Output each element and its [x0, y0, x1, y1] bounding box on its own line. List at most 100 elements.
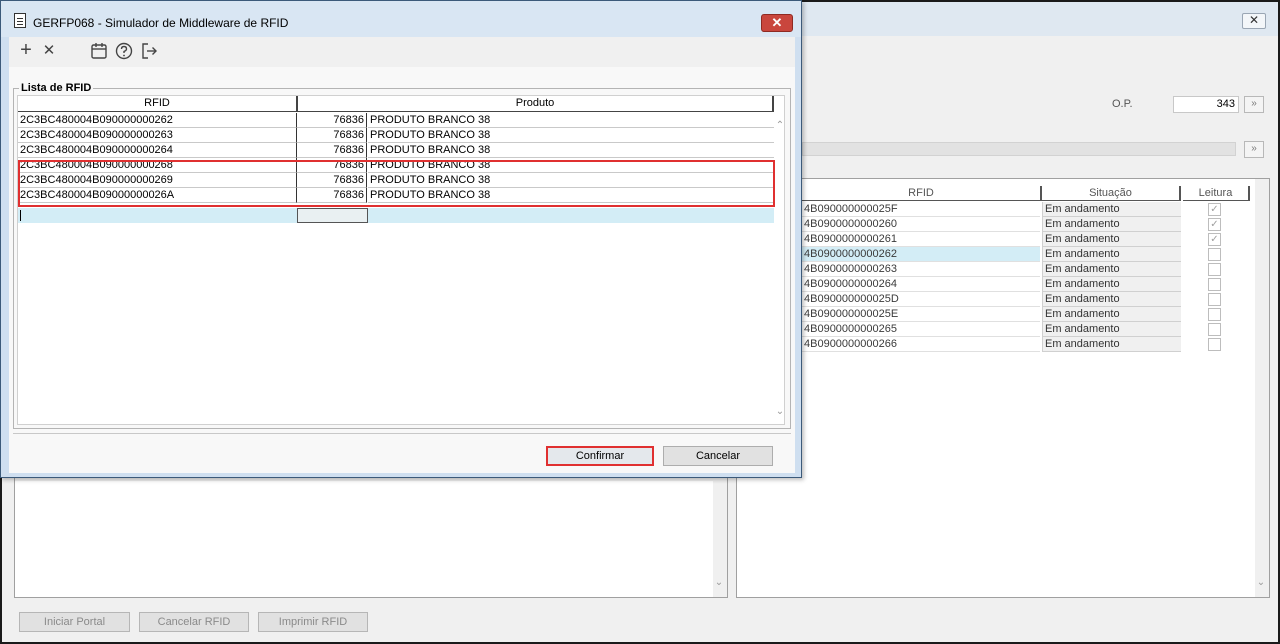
rt-cell-rfid[interactable]: 4B090000000025F	[802, 202, 1040, 217]
product-field[interactable]	[802, 142, 1236, 156]
leitura-checkbox[interactable]	[1208, 278, 1221, 291]
grid-row[interactable]: 2C3BC480004B090000000263 76836 PRODUTO BRA…	[18, 128, 774, 143]
dialog-close-button[interactable]: ✕	[761, 14, 793, 32]
delete-icon[interactable]: ✕	[39, 41, 59, 61]
document-icon	[14, 13, 26, 28]
grid-cell-code[interactable]: 76836	[297, 128, 367, 143]
dialog-titlebar: GERFP068 - Simulador de Middleware de RF…	[1, 1, 801, 37]
rt-row[interactable]: 4B0900000000263 Em andamento	[802, 262, 1252, 277]
rt-row[interactable]: 4B0900000000262 Em andamento	[802, 247, 1252, 262]
grid-cell-produto[interactable]: PRODUTO BRANCO 38	[368, 113, 774, 128]
text-cursor	[20, 210, 21, 221]
cancelar-rfid-button[interactable]: Cancelar RFID	[139, 612, 249, 632]
rt-cell-situacao: Em andamento	[1042, 337, 1181, 352]
grid-cell-rfid[interactable]: 2C3BC480004B090000000268	[18, 158, 297, 173]
rt-cell-rfid[interactable]: 4B0900000000261	[802, 232, 1040, 247]
rt-cell-rfid[interactable]: 4B0900000000265	[802, 322, 1040, 337]
op-label: O.P.	[1112, 98, 1133, 110]
left-list-area	[15, 481, 713, 597]
rfid-simulator-dialog: GERFP068 - Simulador de Middleware de RF…	[0, 0, 802, 478]
rt-cell-rfid[interactable]: 4B0900000000262	[802, 247, 1040, 262]
left-list-panel: ⌄	[14, 472, 728, 598]
rt-cell-situacao: Em andamento	[1042, 322, 1181, 337]
leitura-checkbox[interactable]: ✓	[1208, 203, 1221, 216]
grid-row[interactable]: 2C3BC480004B090000000264 76836 PRODUTO BRA…	[18, 143, 774, 158]
rt-cell-situacao: Em andamento	[1042, 292, 1181, 307]
imprimir-rfid-button[interactable]: Imprimir RFID	[258, 612, 368, 632]
rt-row[interactable]: 4B090000000025E Em andamento	[802, 307, 1252, 322]
grid-row[interactable]: 2C3BC480004B090000000268 76836 PRODUTO BRA…	[18, 158, 774, 173]
calendar-icon[interactable]	[89, 41, 109, 61]
rt-header-situacao[interactable]: Situação	[1042, 186, 1181, 201]
left-scroll-down-icon[interactable]: ⌄	[713, 577, 725, 588]
rt-cell-situacao: Em andamento	[1042, 277, 1181, 292]
leitura-checkbox[interactable]	[1208, 323, 1221, 336]
rt-cell-rfid[interactable]: 4B0900000000264	[802, 277, 1040, 292]
grid-scroll-down-icon[interactable]: ⌄	[774, 406, 786, 417]
leitura-checkbox[interactable]	[1208, 338, 1221, 351]
rt-row[interactable]: 4B0900000000264 Em andamento	[802, 277, 1252, 292]
dialog-body: + ✕ Lista de RFID RFID Produto 2C3BC4800…	[9, 37, 795, 473]
grid-row[interactable]: 2C3BC480004B090000000262 76836 PRODUTO BRA…	[18, 113, 774, 128]
new-entry-code-cell[interactable]	[297, 208, 368, 223]
grid-cell-produto[interactable]: PRODUTO BRANCO 38	[368, 188, 774, 203]
grid-cell-rfid[interactable]: 2C3BC480004B090000000269	[18, 173, 297, 188]
right-scroll-down-icon[interactable]: ⌄	[1255, 577, 1267, 588]
grid-cell-produto[interactable]: PRODUTO BRANCO 38	[368, 143, 774, 158]
grid-row[interactable]: 2C3BC480004B090000000269 76836 PRODUTO BRA…	[18, 173, 774, 188]
product-lookup-button[interactable]: »	[1244, 141, 1264, 158]
leitura-checkbox[interactable]	[1208, 263, 1221, 276]
rt-row[interactable]: 4B090000000025F Em andamento ✓	[802, 202, 1252, 217]
grid-cell-code[interactable]: 76836	[297, 143, 367, 158]
grid-cell-code[interactable]: 76836	[297, 173, 367, 188]
grid-cell-code[interactable]: 76836	[297, 188, 367, 203]
iniciar-portal-button[interactable]: Iniciar Portal	[19, 612, 130, 632]
grid-cell-code[interactable]: 76836	[297, 158, 367, 173]
rt-cell-rfid[interactable]: 4B090000000025E	[802, 307, 1040, 322]
op-lookup-button[interactable]: »	[1244, 96, 1264, 113]
rt-row[interactable]: 4B0900000000261 Em andamento ✓	[802, 232, 1252, 247]
rt-row[interactable]: 4B0900000000260 Em andamento ✓	[802, 217, 1252, 232]
rt-cell-situacao: Em andamento	[1042, 262, 1181, 277]
rt-cell-rfid[interactable]: 4B090000000025D	[802, 292, 1040, 307]
grid-cell-produto[interactable]: PRODUTO BRANCO 38	[368, 173, 774, 188]
rt-cell-situacao: Em andamento	[1042, 217, 1181, 232]
grid-cell-produto[interactable]: PRODUTO BRANCO 38	[368, 158, 774, 173]
grid-row[interactable]: 2C3BC480004B09000000026A 76836 PRODUTO BRA…	[18, 188, 774, 203]
rt-row[interactable]: 4B0900000000266 Em andamento	[802, 337, 1252, 352]
dialog-content: Lista de RFID RFID Produto 2C3BC480004B0…	[9, 67, 795, 473]
rt-row[interactable]: 4B0900000000265 Em andamento	[802, 322, 1252, 337]
leitura-checkbox[interactable]	[1208, 293, 1221, 306]
grid-cell-produto[interactable]: PRODUTO BRANCO 38	[368, 128, 774, 143]
exit-icon[interactable]	[139, 41, 159, 61]
leitura-checkbox[interactable]	[1208, 248, 1221, 261]
add-icon[interactable]: +	[16, 40, 36, 61]
grid-cell-rfid[interactable]: 2C3BC480004B090000000263	[18, 128, 297, 143]
leitura-checkbox[interactable]	[1208, 308, 1221, 321]
confirm-button[interactable]: Confirmar	[546, 446, 654, 466]
rt-cell-rfid[interactable]: 4B0900000000263	[802, 262, 1040, 277]
op-field[interactable]: 343	[1173, 96, 1239, 113]
background-close-button[interactable]: ✕	[1242, 13, 1266, 29]
rfid-list-label: Lista de RFID	[19, 82, 94, 94]
grid-cell-code[interactable]: 76836	[297, 113, 367, 128]
grid-cell-rfid[interactable]: 2C3BC480004B090000000262	[18, 113, 297, 128]
leitura-checkbox[interactable]: ✓	[1208, 218, 1221, 231]
grid-cell-rfid[interactable]: 2C3BC480004B090000000264	[18, 143, 297, 158]
new-entry-row[interactable]	[18, 208, 774, 223]
rt-header-rfid[interactable]: RFID	[802, 186, 1042, 201]
rt-row[interactable]: 4B090000000025D Em andamento	[802, 292, 1252, 307]
rt-cell-rfid[interactable]: 4B0900000000260	[802, 217, 1040, 232]
grid-header-rfid[interactable]: RFID	[18, 96, 298, 112]
help-icon[interactable]	[114, 41, 134, 61]
grid-scroll-up-icon[interactable]: ⌃	[774, 120, 786, 131]
grid-header-produto[interactable]: Produto	[298, 96, 774, 112]
cancel-button[interactable]: Cancelar	[663, 446, 773, 466]
rt-header-leitura[interactable]: Leitura	[1183, 186, 1250, 201]
rt-cell-rfid[interactable]: 4B0900000000266	[802, 337, 1040, 352]
rt-cell-situacao: Em andamento	[1042, 202, 1181, 217]
rt-cell-situacao: Em andamento	[1042, 232, 1181, 247]
grid-cell-rfid[interactable]: 2C3BC480004B09000000026A	[18, 188, 297, 203]
rfid-grid: RFID Produto 2C3BC480004B090000000262 768…	[17, 95, 785, 425]
leitura-checkbox[interactable]: ✓	[1208, 233, 1221, 246]
